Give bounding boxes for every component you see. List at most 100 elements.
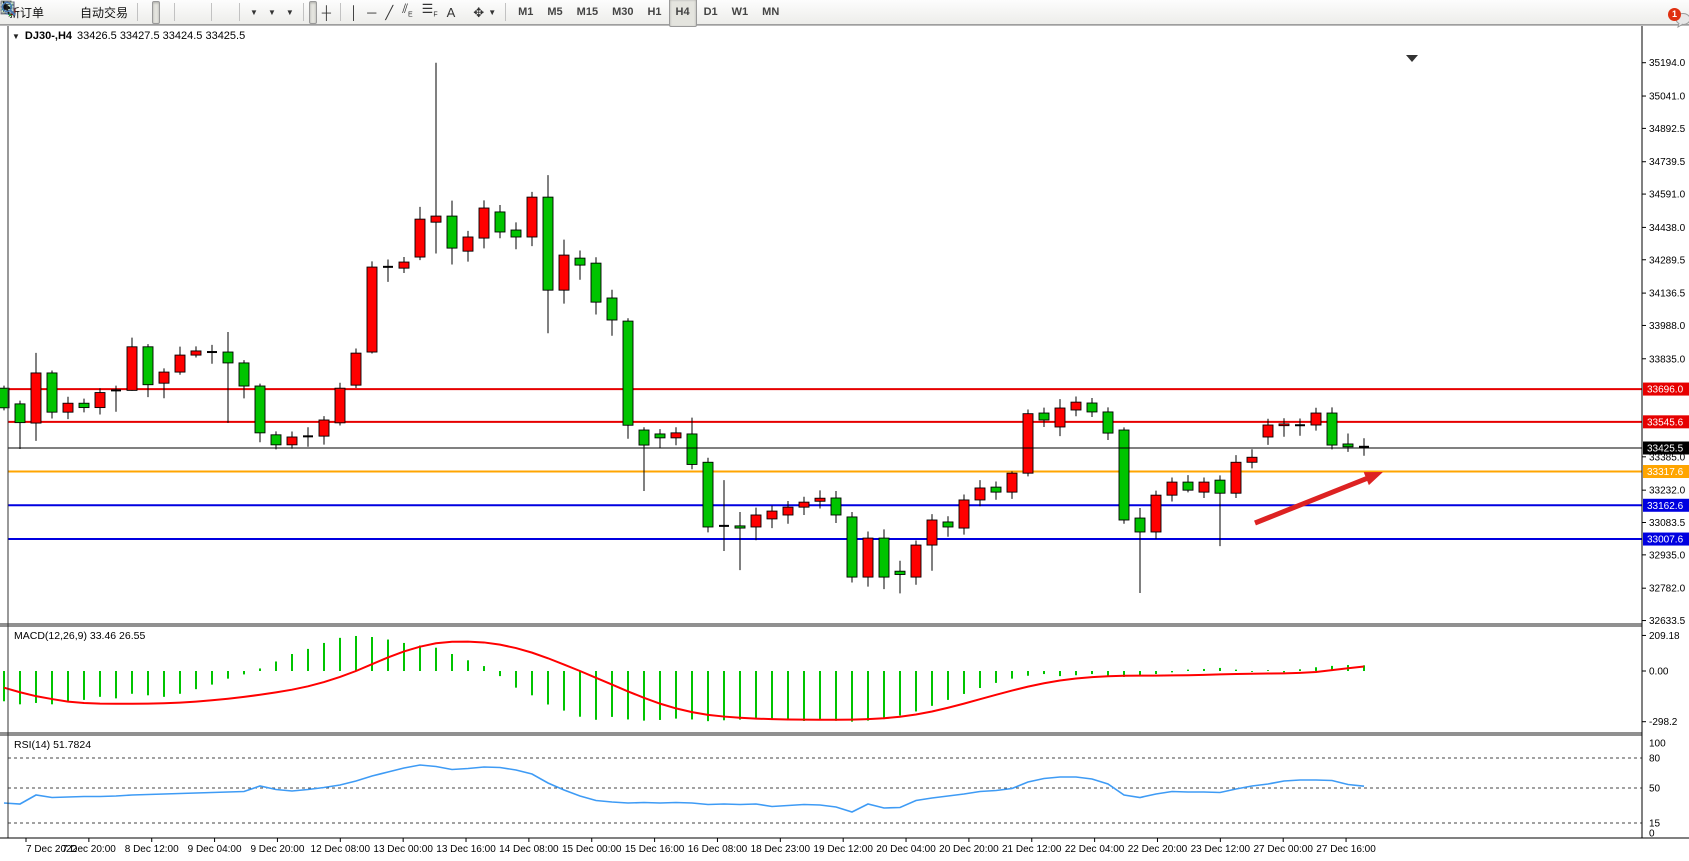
bar-chart-button[interactable] <box>143 1 151 24</box>
timeframe-button-H4[interactable]: H4 <box>669 0 697 27</box>
fibonacci-button[interactable]: ☰F <box>418 1 442 24</box>
svg-text:0: 0 <box>1649 829 1655 840</box>
svg-text:12 Dec 08:00: 12 Dec 08:00 <box>311 844 371 855</box>
search-icon[interactable] <box>0 0 17 17</box>
text-label-button[interactable]: T <box>460 1 468 24</box>
toolbar-separator <box>174 3 175 21</box>
svg-text:33696.0: 33696.0 <box>1647 385 1684 396</box>
svg-text:33007.6: 33007.6 <box>1647 535 1684 546</box>
svg-text:14 Dec 08:00: 14 Dec 08:00 <box>499 844 559 855</box>
template-dropdown[interactable]: ▼ <box>281 1 298 24</box>
svg-text:20 Dec 20:00: 20 Dec 20:00 <box>939 844 999 855</box>
profile-button[interactable] <box>49 1 57 24</box>
chart-window: 35194.035041.034892.534739.534591.034438… <box>0 25 1689 861</box>
svg-text:50: 50 <box>1649 784 1661 795</box>
timeframe-button-MN[interactable]: MN <box>755 0 786 27</box>
vertical-line-button[interactable]: │ <box>346 1 362 24</box>
svg-text:33083.5: 33083.5 <box>1649 518 1686 529</box>
crosshair-icon: ┼ <box>322 6 331 19</box>
timeframe-button-D1[interactable]: D1 <box>697 0 725 27</box>
svg-text:34438.0: 34438.0 <box>1649 223 1686 234</box>
autotrading-button[interactable]: 自动交易 <box>76 1 132 24</box>
chart-shift-button[interactable] <box>226 1 234 24</box>
macd-indicator-label: MACD(12,26,9) 33.46 26.55 <box>14 630 145 642</box>
svg-text:33545.6: 33545.6 <box>1647 417 1684 428</box>
svg-text:32782.0: 32782.0 <box>1649 584 1686 595</box>
svg-text:33425.5: 33425.5 <box>1647 444 1684 455</box>
toolbar-separator <box>137 3 138 21</box>
toolbar-separator <box>239 3 240 21</box>
svg-text:34289.5: 34289.5 <box>1649 255 1686 266</box>
navigator-button[interactable] <box>67 1 75 24</box>
channel-button[interactable]: ⫽E <box>398 1 416 24</box>
timeframe-button-M30[interactable]: M30 <box>605 0 640 27</box>
tile-windows-button[interactable] <box>198 1 206 24</box>
timeframe-button-M5[interactable]: M5 <box>540 0 569 27</box>
timeframe-button-M1[interactable]: M1 <box>511 0 540 27</box>
toolbar-separator <box>505 3 506 21</box>
svg-text:34739.5: 34739.5 <box>1649 157 1686 168</box>
svg-text:80: 80 <box>1649 754 1661 765</box>
arrows-dropdown[interactable]: ✥▼ <box>469 1 500 24</box>
zoom-out-button[interactable] <box>189 1 197 24</box>
timeframe-button-W1[interactable]: W1 <box>725 0 756 27</box>
autotrading-label: 自动交易 <box>80 4 128 21</box>
text-button[interactable]: A <box>443 1 460 24</box>
svg-text:16 Dec 08:00: 16 Dec 08:00 <box>688 844 748 855</box>
toolbar-separator <box>340 3 341 21</box>
svg-text:32633.5: 32633.5 <box>1649 616 1686 627</box>
svg-text:20 Dec 04:00: 20 Dec 04:00 <box>876 844 936 855</box>
svg-text:15 Dec 00:00: 15 Dec 00:00 <box>562 844 622 855</box>
rsi-indicator-label: RSI(14) 51.7824 <box>14 739 91 751</box>
svg-text:9 Dec 04:00: 9 Dec 04:00 <box>188 844 242 855</box>
chevron-down-icon: ▼ <box>488 8 496 17</box>
svg-text:-298.2: -298.2 <box>1649 717 1678 728</box>
toolbar-separator <box>303 3 304 21</box>
svg-text:18 Dec 23:00: 18 Dec 23:00 <box>751 844 811 855</box>
new-chart-dropdown[interactable]: ▼ <box>245 1 262 24</box>
crosshair-button[interactable]: ┼ <box>318 1 335 24</box>
timeframe-button-H1[interactable]: H1 <box>640 0 668 27</box>
svg-text:13 Dec 00:00: 13 Dec 00:00 <box>373 844 433 855</box>
candlestick-button[interactable] <box>152 1 160 24</box>
period-dropdown[interactable]: ▼ <box>263 1 280 24</box>
svg-text:33162.6: 33162.6 <box>1647 501 1684 512</box>
svg-text:35041.0: 35041.0 <box>1649 92 1686 103</box>
symbol-period-label: DJ30-,H4 <box>25 30 72 42</box>
window-menu-icon[interactable]: ▼ <box>12 32 20 41</box>
cursor-button[interactable] <box>309 1 317 24</box>
svg-text:33988.0: 33988.0 <box>1649 321 1686 332</box>
line-chart-button[interactable] <box>161 1 169 24</box>
svg-text:34136.5: 34136.5 <box>1649 289 1686 300</box>
svg-text:33317.6: 33317.6 <box>1647 467 1684 478</box>
chart-canvas[interactable]: 35194.035041.034892.534739.534591.034438… <box>0 25 1689 861</box>
timeframe-bar: M1M5M15M30H1H4D1W1MN <box>511 0 786 27</box>
auto-scroll-button[interactable] <box>217 1 225 24</box>
trendline-button[interactable]: ╱ <box>381 1 397 24</box>
svg-text:0.00: 0.00 <box>1649 667 1669 678</box>
trendline-icon: ╱ <box>385 6 393 19</box>
chevron-down-icon: ▼ <box>286 8 294 17</box>
svg-text:35194.0: 35194.0 <box>1649 58 1686 69</box>
arrows-icon: ✥ <box>473 6 484 19</box>
fibonacci-icon: ☰F <box>422 2 438 22</box>
svg-text:23 Dec 12:00: 23 Dec 12:00 <box>1191 844 1251 855</box>
notification-badge: 1 <box>1668 8 1681 21</box>
text-icon: A <box>447 6 456 19</box>
svg-text:15 Dec 16:00: 15 Dec 16:00 <box>625 844 685 855</box>
svg-text:13 Dec 16:00: 13 Dec 16:00 <box>436 844 496 855</box>
svg-text:100: 100 <box>1649 739 1666 750</box>
svg-text:32935.0: 32935.0 <box>1649 550 1686 561</box>
svg-text:22 Dec 20:00: 22 Dec 20:00 <box>1128 844 1188 855</box>
svg-text:9 Dec 20:00: 9 Dec 20:00 <box>250 844 304 855</box>
market-watch-button[interactable] <box>58 1 66 24</box>
svg-text:22 Dec 04:00: 22 Dec 04:00 <box>1065 844 1125 855</box>
toolbar-separator <box>211 3 212 21</box>
horizontal-line-button[interactable]: ─ <box>363 1 380 24</box>
svg-text:21 Dec 12:00: 21 Dec 12:00 <box>1002 844 1062 855</box>
svg-text:27 Dec 16:00: 27 Dec 16:00 <box>1316 844 1376 855</box>
timeframe-button-M15[interactable]: M15 <box>570 0 605 27</box>
svg-text:34892.5: 34892.5 <box>1649 124 1686 135</box>
chevron-down-icon: ▼ <box>268 8 276 17</box>
zoom-in-button[interactable] <box>180 1 188 24</box>
